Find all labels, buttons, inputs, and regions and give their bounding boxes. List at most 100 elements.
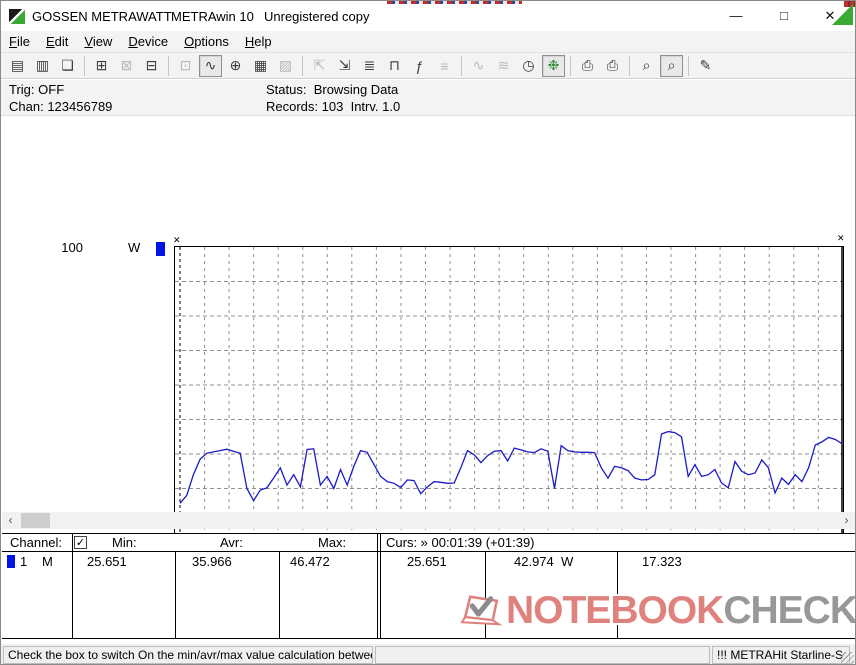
scroll-right-arrow-icon[interactable]: › <box>838 512 855 529</box>
title-product-name: METRAwin 10 <box>171 9 254 24</box>
device-clear-icon: ⊠ <box>120 57 133 73</box>
table-divider <box>377 534 378 638</box>
status-message: Check the box to switch On the min/avr/m… <box>3 646 373 664</box>
min-value: 25.651 <box>87 554 127 569</box>
toolbar-separator <box>688 55 689 76</box>
formula-icon[interactable]: ƒ <box>408 55 431 77</box>
table-view-icon[interactable]: ▦ <box>249 55 272 77</box>
histogram-view-icon: ▨ <box>278 57 293 73</box>
save-icon[interactable]: ▤ <box>6 55 29 77</box>
device-config-icon[interactable]: ⇲ <box>333 55 356 77</box>
max-value: 46.472 <box>290 554 330 569</box>
print-preview-icon[interactable]: ⎙ <box>576 55 599 77</box>
interval-settings-icon[interactable]: ≣ <box>358 55 381 77</box>
title-bar: GOSSEN METRAWATT METRAwin 10 Unregistere… <box>1 1 855 31</box>
y-axis-max-label: 100 <box>61 240 83 255</box>
zoom-pan-icon[interactable]: ⌕ <box>635 55 658 77</box>
channel-mode: M <box>42 554 53 569</box>
interval-label: Intrv. <box>350 99 379 114</box>
channel-row-marker <box>7 555 15 568</box>
chart-area: 100 W 0 W ✕ ✕ ✕ HH:MM:SS 00:00:0000:00:2… <box>1 116 855 621</box>
recording-status: Status: Browsing Data <box>266 82 398 97</box>
chan-value: 123456789 <box>47 99 113 114</box>
background-window-artifact <box>387 1 522 4</box>
status-device-name: !!! METRAHit Starline-S <box>712 646 850 664</box>
maximize-button[interactable]: □ <box>761 1 807 30</box>
comment-icon[interactable]: ✎ <box>694 55 717 77</box>
toolbar-separator <box>461 55 462 76</box>
table-divider <box>380 534 381 638</box>
menu-item-view[interactable]: View <box>76 32 120 51</box>
print-icon[interactable]: ⎙ <box>601 55 624 77</box>
menu-item-device[interactable]: Device <box>120 32 176 51</box>
minmax-calc-checkbox[interactable]: ✓ <box>74 536 87 549</box>
toolbar-separator <box>629 55 630 76</box>
chan-label: Chan: <box>9 99 44 114</box>
table-divider <box>279 552 280 638</box>
channel-column-header: Channel: <box>10 535 63 550</box>
avr-value: 35.966 <box>192 554 232 569</box>
export-transfer-icon: ⇱ <box>313 57 326 73</box>
resize-grip[interactable] <box>841 652 854 664</box>
device-memory-icon[interactable]: ⊟ <box>140 55 163 77</box>
table-divider <box>617 552 618 638</box>
readout-table: Channel: ✓ Min: Avr: Max: Curs: » 00:01:… <box>2 533 855 639</box>
channel-number: 1 <box>20 554 28 569</box>
avr-column-header: Avr: <box>220 535 243 550</box>
menu-bar: File Edit View Device Options Help <box>1 31 855 53</box>
records-label: Records: <box>266 99 319 114</box>
monitor-icon[interactable]: ⊓ <box>383 55 406 77</box>
menu-item-options[interactable]: Options <box>176 32 237 51</box>
menu-item-help[interactable]: Help <box>237 32 280 51</box>
max-column-header: Max: <box>318 535 347 550</box>
clock-icon[interactable]: ◷ <box>517 55 540 77</box>
interval-value: 1.0 <box>382 99 401 114</box>
chan-status: Chan: 123456789 <box>9 99 112 114</box>
channel-marker-top <box>156 242 165 256</box>
wave-single-icon: ∿ <box>472 57 485 73</box>
cursor-column-header: Curs: » 00:01:39 (+01:39) <box>386 535 535 550</box>
device-read-icon[interactable]: ⊞ <box>90 55 113 77</box>
toolbar-separator <box>570 55 571 76</box>
records-value: 103 <box>321 99 344 114</box>
title-app-name: GOSSEN METRAWATT <box>32 9 172 24</box>
trig-label: Trig: <box>9 82 35 97</box>
minimize-button[interactable]: — <box>713 1 759 30</box>
status-label: Status: <box>266 82 307 97</box>
toolbar-corner-triangle-icon <box>832 4 853 25</box>
numeric-display-icon: ⊡ <box>179 57 192 73</box>
line-chart-view-icon[interactable]: ∿ <box>199 54 222 77</box>
records-status: Records: 103 Intrv. 1.0 <box>266 99 400 114</box>
app-logo-icon <box>9 9 25 24</box>
menu-item-edit[interactable]: Edit <box>38 32 76 51</box>
wave-dense-icon: ≋ <box>497 57 510 73</box>
table-divider <box>175 552 176 638</box>
zoom-select-icon[interactable]: ⌕ <box>660 54 683 77</box>
status-empty-pane <box>375 646 710 664</box>
open-folder-icon[interactable]: ❏ <box>56 55 79 77</box>
menu-item-file[interactable]: File <box>1 32 38 51</box>
y-axis-unit-top: W <box>128 240 141 255</box>
title-unregistered: Unregistered copy <box>264 9 370 24</box>
cursor-delta-value: 17.323 <box>642 554 682 569</box>
status-value: Browsing Data <box>313 82 399 97</box>
cursor-right-value: 42.974 W <box>514 554 573 569</box>
horizontal-scrollbar[interactable]: ‹ › <box>2 512 855 529</box>
info-panel: Trig: OFF Chan: 123456789 Status: Browsi… <box>1 80 855 116</box>
table-divider <box>485 552 486 638</box>
toolbar-separator <box>84 55 85 76</box>
cursor-right-top-mark-icon[interactable]: ✕ <box>837 233 845 244</box>
scrollbar-thumb[interactable] <box>21 513 50 528</box>
cursor-unit: W <box>561 554 574 569</box>
readout-header-row: Channel: ✓ Min: Avr: Max: Curs: » 00:01:… <box>2 534 855 552</box>
cursor-left-mark-icon[interactable]: ✕ <box>173 235 181 246</box>
save-as-icon[interactable]: ▥ <box>31 55 54 77</box>
table-divider <box>72 534 73 638</box>
toolbar-separator <box>302 55 303 76</box>
trig-status: Trig: OFF <box>9 82 64 97</box>
min-column-header: Min: <box>112 535 137 550</box>
bug-monitor-icon[interactable]: ❉ <box>542 54 565 77</box>
scroll-left-arrow-icon[interactable]: ‹ <box>2 512 19 529</box>
crosshair-view-icon[interactable]: ⊕ <box>224 55 247 77</box>
trig-value: OFF <box>38 82 65 97</box>
